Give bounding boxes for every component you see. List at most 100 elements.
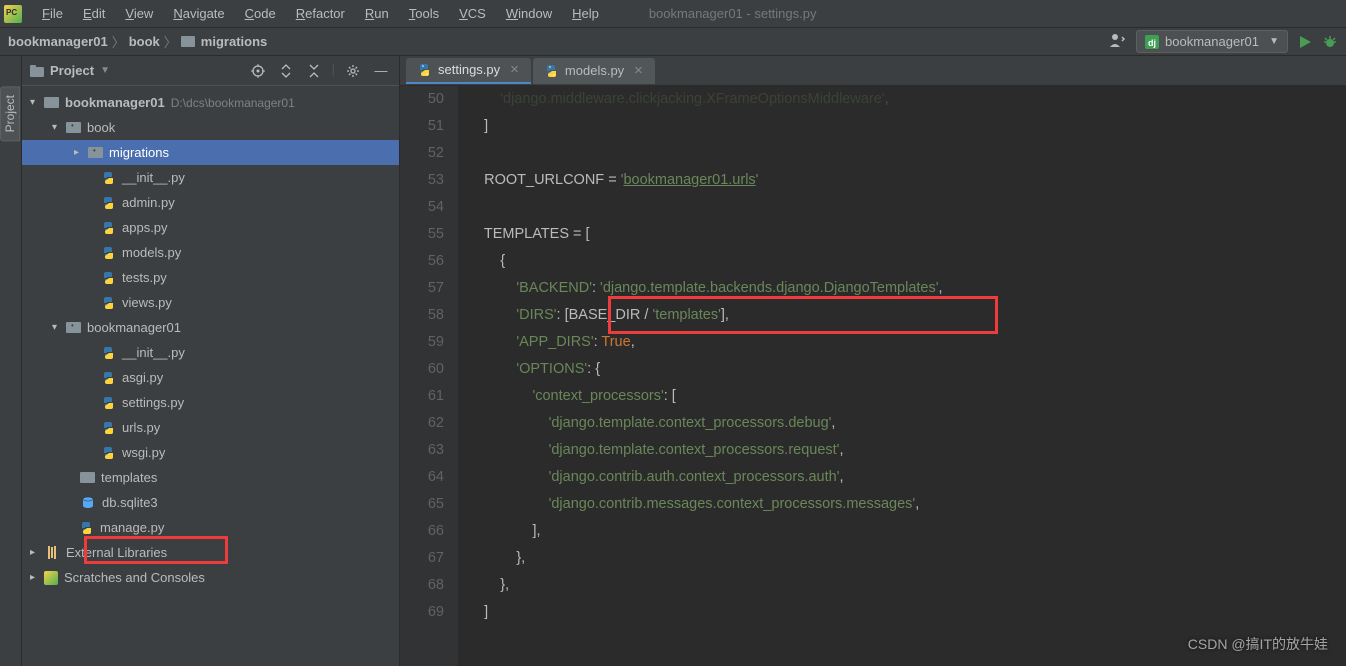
code-body[interactable]: 'django.middleware.clickjacking.XFrameOp… [458,86,1346,666]
libraries-icon [44,546,60,560]
code-line-57[interactable]: 'BACKEND': 'django.template.backends.dja… [468,275,1346,302]
django-icon: dj [1145,35,1159,49]
menu-help[interactable]: Help [562,2,609,25]
tree-file-__init__-py[interactable]: __init__.py [22,165,399,190]
code-line-60[interactable]: 'OPTIONS': { [468,356,1346,383]
line-number: 62 [400,410,444,437]
chevron-icon[interactable]: ▾ [52,322,64,333]
tree-file-apps-py[interactable]: apps.py [22,215,399,240]
tree-file-tests-py[interactable]: tests.py [22,265,399,290]
code-editor[interactable]: 5051525354555657585960616263646566676869… [400,86,1346,666]
project-panel-header: Project ▼ | — [22,56,399,86]
chevron-icon[interactable]: ▸ [30,572,42,583]
breadcrumb-item[interactable]: migrations [201,34,267,49]
menu-refactor[interactable]: Refactor [286,2,355,25]
python-file-icon [102,221,116,235]
tree-scratches[interactable]: ▸Scratches and Consoles [22,565,399,590]
collapse-all-icon[interactable] [304,61,324,81]
breadcrumb-item[interactable]: book [129,34,160,49]
tree-label: settings.py [122,395,184,410]
tab-models-py[interactable]: models.py× [533,58,655,84]
tree-file-models-py[interactable]: models.py [22,240,399,265]
line-number: 69 [400,599,444,626]
tree-file-wsgi-py[interactable]: wsgi.py [22,440,399,465]
tree-file-__init__-py[interactable]: __init__.py [22,340,399,365]
close-icon[interactable]: × [510,61,519,78]
chevron-icon[interactable]: ▾ [52,122,64,133]
user-icon[interactable] [1108,32,1126,51]
chevron-icon[interactable]: ▾ [30,97,42,108]
code-line-52[interactable] [468,140,1346,167]
code-line-67[interactable]: }, [468,545,1346,572]
menu-file[interactable]: File [32,2,73,25]
tree-file-admin-py[interactable]: admin.py [22,190,399,215]
menu-window[interactable]: Window [496,2,562,25]
code-line-61[interactable]: 'context_processors': [ [468,383,1346,410]
menu-edit[interactable]: Edit [73,2,115,25]
chevron-icon[interactable]: ▸ [74,147,86,158]
python-file-icon [102,446,116,460]
code-line-55[interactable]: TEMPLATES = [ [468,221,1346,248]
tree-label: bookmanager01 [87,320,181,335]
tree-file-views-py[interactable]: views.py [22,290,399,315]
code-line-58[interactable]: 'DIRS': [BASE_DIR / 'templates'], [468,302,1346,329]
menu-navigate[interactable]: Navigate [163,2,234,25]
locate-icon[interactable] [248,61,268,81]
pycharm-icon [4,5,22,23]
code-line-53[interactable]: ROOT_URLCONF = 'bookmanager01.urls' [468,167,1346,194]
menu-vcs[interactable]: VCS [449,2,496,25]
breadcrumb-item[interactable]: bookmanager01 [8,34,108,49]
tree-file-asgi-py[interactable]: asgi.py [22,365,399,390]
code-line-51[interactable]: ] [468,113,1346,140]
expand-all-icon[interactable] [276,61,296,81]
line-number: 67 [400,545,444,572]
menu-code[interactable]: Code [235,2,286,25]
tree-external-libraries[interactable]: ▸External Libraries [22,540,399,565]
line-number: 52 [400,140,444,167]
tree-templates[interactable]: templates [22,465,399,490]
code-line-54[interactable] [468,194,1346,221]
project-tool-tab[interactable]: Project [0,86,20,141]
run-button[interactable] [1298,35,1312,49]
tree-label: manage.py [100,520,164,535]
folder-icon [181,36,195,47]
run-configuration-dropdown[interactable]: dj bookmanager01 ▼ [1136,30,1288,53]
project-tree[interactable]: ▾bookmanager01D:\dcs\bookmanager01▾book▸… [22,86,399,666]
code-line-69[interactable]: ] [468,599,1346,626]
tree-file-urls-py[interactable]: urls.py [22,415,399,440]
code-line-50[interactable]: 'django.middleware.clickjacking.XFrameOp… [468,86,1346,113]
tree-file-settings-py[interactable]: settings.py [22,390,399,415]
tree-migrations[interactable]: ▸ migrations [22,140,399,165]
tree-root[interactable]: ▾bookmanager01D:\dcs\bookmanager01 [22,90,399,115]
scratches-icon [44,571,58,585]
chevron-icon[interactable]: ▸ [30,547,42,558]
menu-tools[interactable]: Tools [399,2,449,25]
breadcrumb[interactable]: bookmanager01 〉 book 〉 migrations [8,32,267,51]
debug-button[interactable] [1322,34,1338,50]
menu-run[interactable]: Run [355,2,399,25]
code-line-62[interactable]: 'django.template.context_processors.debu… [468,410,1346,437]
tree-manage[interactable]: manage.py [22,515,399,540]
code-line-63[interactable]: 'django.template.context_processors.requ… [468,437,1346,464]
tree-book[interactable]: ▾book [22,115,399,140]
close-icon[interactable]: × [634,62,643,79]
code-line-66[interactable]: ], [468,518,1346,545]
code-line-59[interactable]: 'APP_DIRS': True, [468,329,1346,356]
code-line-64[interactable]: 'django.contrib.auth.context_processors.… [468,464,1346,491]
settings-icon[interactable] [343,61,363,81]
tree-label: migrations [109,145,169,160]
line-number: 55 [400,221,444,248]
tab-settings-py[interactable]: settings.py× [406,58,531,84]
code-line-65[interactable]: 'django.contrib.messages.context_process… [468,491,1346,518]
editor-area: settings.py×models.py× 50515253545556575… [400,56,1346,666]
python-file-icon [102,271,116,285]
line-number: 68 [400,572,444,599]
code-line-68[interactable]: }, [468,572,1346,599]
hide-icon[interactable]: — [371,61,391,81]
line-number: 56 [400,248,444,275]
tree-bookmanager01[interactable]: ▾ bookmanager01 [22,315,399,340]
chevron-down-icon[interactable]: ▼ [100,65,110,76]
code-line-56[interactable]: { [468,248,1346,275]
menu-view[interactable]: View [115,2,163,25]
tree-db[interactable]: db.sqlite3 [22,490,399,515]
